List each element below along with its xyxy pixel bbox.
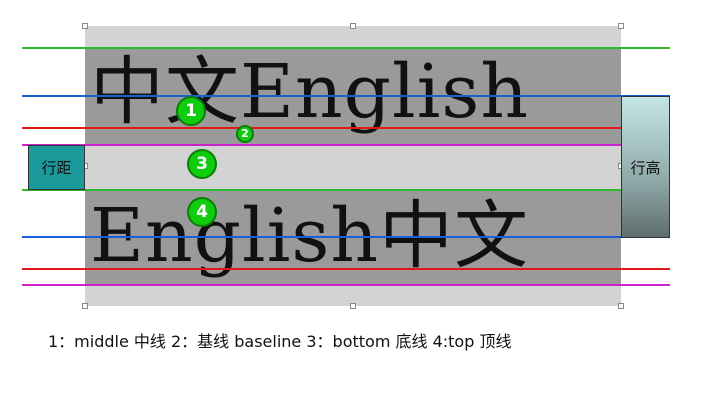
resize-handle-bottom[interactable] xyxy=(350,303,356,309)
middle-line-2 xyxy=(22,236,670,238)
top-line-1 xyxy=(22,47,670,49)
resize-handle-top-left[interactable] xyxy=(82,23,88,29)
marker-middle: 1 xyxy=(176,96,206,126)
line-spacing-label: 行距 xyxy=(28,145,85,190)
marker-baseline: 2 xyxy=(236,125,254,143)
top-line-2 xyxy=(22,189,670,191)
baseline-2 xyxy=(22,268,670,270)
resize-handle-bottom-left[interactable] xyxy=(82,303,88,309)
legend-caption: 1：middle 中线 2：基线 baseline 3：bottom 底线 4:… xyxy=(48,332,512,351)
line-height-label: 行高 xyxy=(621,96,670,238)
bottom-line-1 xyxy=(22,144,670,146)
marker-top: 4 xyxy=(187,197,217,227)
resize-handle-top[interactable] xyxy=(350,23,356,29)
baseline-1 xyxy=(22,127,670,129)
marker-bottom: 3 xyxy=(187,149,217,179)
middle-line-1 xyxy=(22,95,670,97)
resize-handle-bottom-right[interactable] xyxy=(618,303,624,309)
bottom-line-2 xyxy=(22,284,670,286)
resize-handle-top-right[interactable] xyxy=(618,23,624,29)
